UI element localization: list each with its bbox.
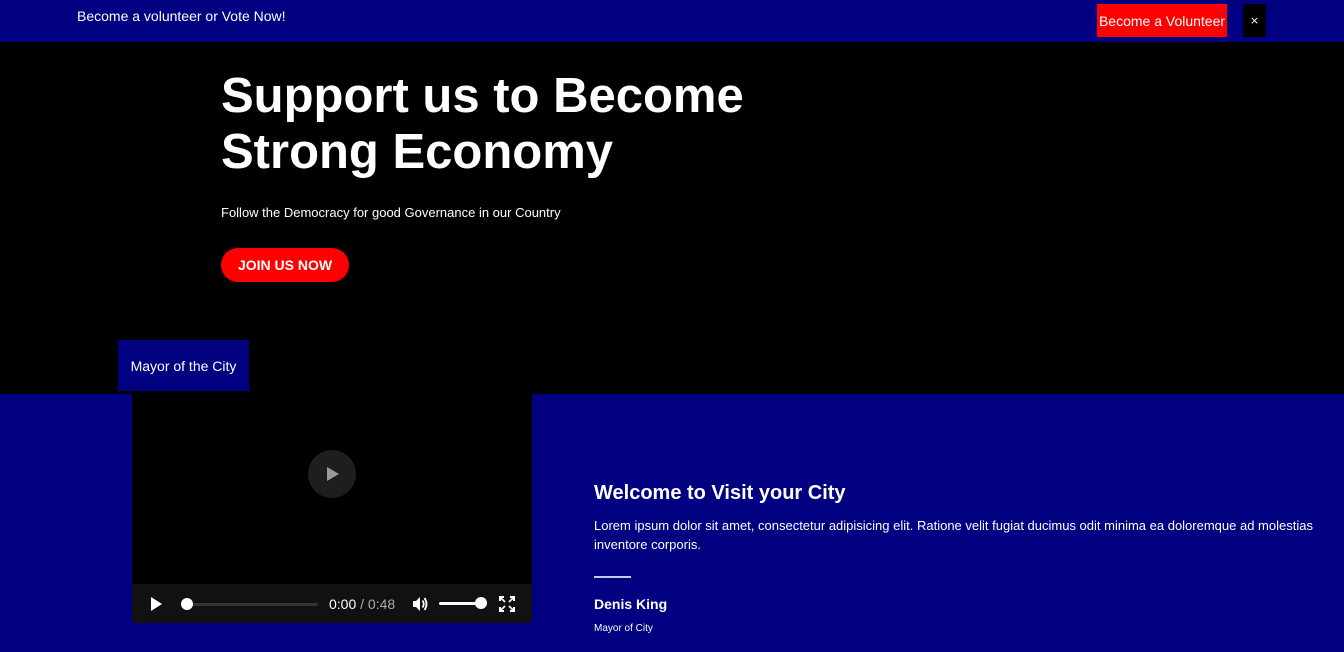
current-time: 0:00 bbox=[329, 596, 357, 612]
become-volunteer-button[interactable]: Become a Volunteer bbox=[1097, 4, 1227, 37]
close-icon[interactable]: × bbox=[1243, 4, 1266, 37]
welcome-section: 0:00 / 0:48 Welcome to Visit your City L… bbox=[0, 394, 1344, 652]
play-icon bbox=[327, 467, 339, 481]
time-separator: / bbox=[356, 596, 368, 612]
duration: 0:48 bbox=[367, 596, 396, 612]
fullscreen-icon[interactable] bbox=[499, 596, 515, 612]
divider bbox=[594, 576, 631, 578]
person-role: Mayor of City bbox=[594, 623, 653, 634]
hero-subtitle: Follow the Democracy for good Governance… bbox=[221, 205, 561, 220]
top-announcement-bar: Become a volunteer or Vote Now! Become a… bbox=[0, 0, 1344, 42]
seek-track bbox=[182, 603, 318, 606]
play-icon[interactable] bbox=[148, 596, 164, 612]
big-play-button[interactable] bbox=[308, 450, 356, 498]
mayor-tag: Mayor of the City bbox=[118, 340, 249, 391]
announcement-text: Become a volunteer or Vote Now! bbox=[77, 8, 286, 24]
seek-slider[interactable] bbox=[181, 598, 318, 610]
video-controls: 0:00 / 0:48 bbox=[132, 584, 532, 623]
seek-handle[interactable] bbox=[181, 598, 193, 610]
volume-handle[interactable] bbox=[475, 597, 487, 609]
hero-title: Support us to Become Strong Economy bbox=[221, 69, 744, 179]
volume-icon[interactable] bbox=[411, 595, 429, 613]
video-player[interactable]: 0:00 / 0:48 bbox=[132, 394, 532, 623]
join-us-button[interactable]: JOIN US NOW bbox=[221, 248, 349, 282]
time-display: 0:00 / 0:48 bbox=[329, 596, 395, 612]
volume-slider[interactable] bbox=[439, 597, 487, 609]
welcome-text: Lorem ipsum dolor sit amet, consectetur … bbox=[594, 518, 1313, 552]
person-name: Denis King bbox=[594, 596, 668, 612]
welcome-title: Welcome to Visit your City bbox=[594, 482, 846, 504]
